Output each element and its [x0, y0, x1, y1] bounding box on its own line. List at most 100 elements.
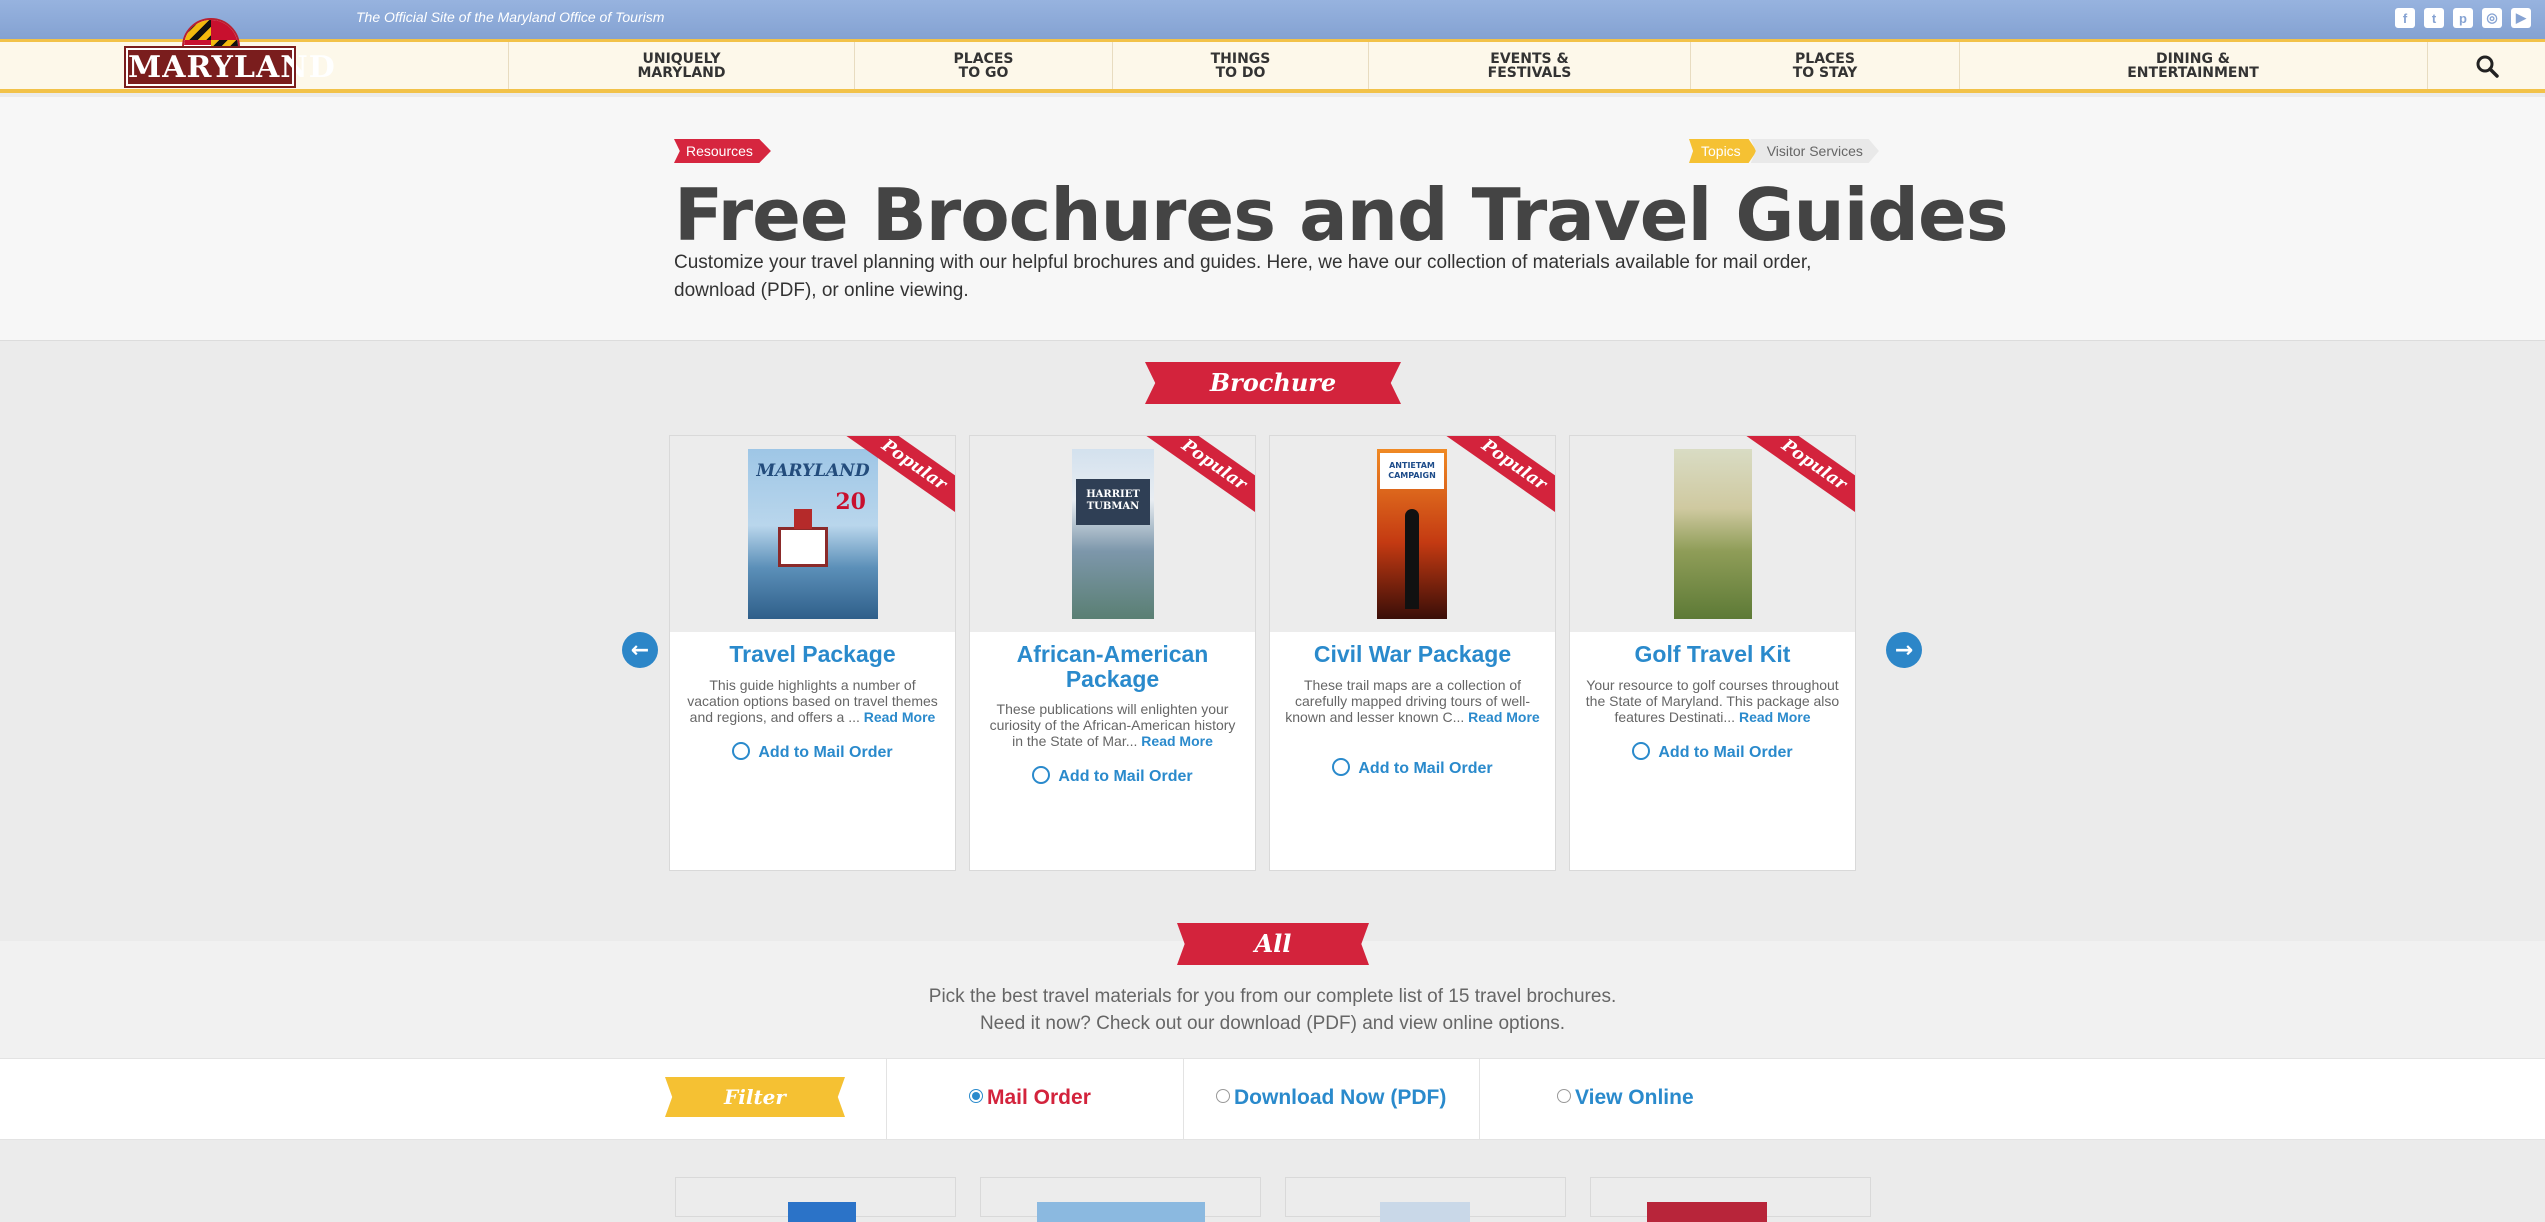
package-card-civil-war[interactable]: ANTIETAM CAMPAIGN Popular Civil War Pack… — [1269, 435, 1556, 871]
nav-places-to-go[interactable]: PLACES TO GO — [854, 42, 1112, 89]
nav-label-line2: TO STAY — [1792, 64, 1858, 81]
social-links: f t p ◎ ▶ — [2395, 8, 2531, 28]
add-to-mail-order-label: Add to Mail Order — [1358, 760, 1493, 777]
brochure-card[interactable] — [675, 1177, 956, 1222]
site-tagline: The Official Site of the Maryland Office… — [356, 9, 665, 25]
card-description: This guide highlights a number of vacati… — [684, 677, 941, 725]
intro-line-2: Need it now? Check out our download (PDF… — [979, 1013, 1566, 1034]
intro-line-1: Pick the best travel materials for you f… — [928, 986, 1617, 1007]
read-more-link[interactable]: Read More — [1141, 733, 1213, 749]
read-more-link[interactable]: Read More — [1468, 709, 1540, 725]
radio-selected-icon — [969, 1089, 983, 1103]
nav-label-line1: UNIQUELY — [642, 50, 721, 67]
add-to-mail-order-button[interactable]: Add to Mail Order — [1270, 758, 1555, 778]
card-description: These publications will enlighten your c… — [984, 701, 1241, 749]
read-more-link[interactable]: Read More — [864, 709, 936, 725]
youtube-icon[interactable]: ▶ — [2511, 8, 2531, 28]
nav-label-line1: DINING & — [2155, 50, 2231, 67]
lighthouse-roof — [794, 509, 812, 529]
divider — [1479, 1059, 1480, 1139]
add-to-mail-order-button[interactable]: Add to Mail Order — [1570, 742, 1855, 762]
carousel-next-button[interactable]: → — [1886, 632, 1922, 668]
main-nav: MARYLAND UNIQUELY MARYLAND PLACES TO GO TH… — [0, 18, 2545, 93]
filter-download-pdf[interactable]: Download Now (PDF) — [1216, 1086, 1446, 1110]
nav-label-line1: PLACES — [953, 50, 1014, 67]
radio-icon — [1216, 1089, 1230, 1103]
search-button[interactable] — [2427, 42, 2545, 89]
golf-guide-cover — [1674, 449, 1752, 619]
popular-badge: Popular — [1143, 436, 1255, 521]
nav-places-to-stay[interactable]: PLACES TO STAY — [1690, 42, 1959, 89]
pinterest-icon[interactable]: p — [2453, 8, 2473, 28]
top-bar: The Official Site of the Maryland Office… — [0, 0, 2545, 39]
card-title[interactable]: African-American Package — [980, 642, 1245, 692]
card-image-area: ANTIETAM CAMPAIGN Popular — [1270, 436, 1555, 632]
topic-visitor-services[interactable]: Visitor Services — [1750, 139, 1879, 163]
package-card-african-american[interactable]: HARRIET TUBMAN Popular African-American … — [969, 435, 1256, 871]
nav-label-line1: PLACES — [1795, 50, 1855, 67]
filter-brochures-label: Filter Brochures — [665, 1077, 845, 1117]
nav-dining-entertainment[interactable]: DINING & ENTERTAINMENT — [1959, 42, 2426, 89]
nav-events-festivals[interactable]: EVENTS & FESTIVALS — [1368, 42, 1690, 89]
brochure-card[interactable] — [1590, 1177, 1871, 1222]
twitter-icon[interactable]: t — [2424, 8, 2444, 28]
divider — [1183, 1059, 1184, 1139]
maryland-logo[interactable]: MARYLAND — [124, 18, 336, 90]
all-brochures-heading: All Brochures — [1177, 923, 1369, 965]
filter-option-label: Mail Order — [987, 1086, 1091, 1109]
package-card-travel[interactable]: MARYLAND 20 Popular Travel Package This … — [669, 435, 956, 871]
filter-mail-order[interactable]: Mail Order — [969, 1086, 1091, 1110]
brochure-grid — [0, 1140, 2545, 1222]
add-to-mail-order-label: Add to Mail Order — [1058, 768, 1193, 785]
card-title[interactable]: Golf Travel Kit — [1580, 642, 1845, 667]
search-icon — [2476, 55, 2499, 78]
brochure-card[interactable] — [1285, 1177, 1566, 1222]
facebook-icon[interactable]: f — [2395, 8, 2415, 28]
filter-option-label: View Online — [1575, 1086, 1694, 1109]
card-description: These trail maps are a collection of car… — [1284, 677, 1541, 725]
cover-title: MARYLAND — [756, 461, 870, 481]
card-image-area: Popular — [1570, 436, 1855, 632]
cover-title: HARRIET TUBMAN — [1076, 479, 1150, 525]
nav-label-line2: TO DO — [1215, 64, 1266, 81]
popular-badge: Popular — [1743, 436, 1855, 521]
brochure-card[interactable] — [980, 1177, 1261, 1222]
page-title: Free Brochures and Travel Guides — [674, 173, 2009, 257]
read-more-link[interactable]: Read More — [1739, 709, 1811, 725]
card-title[interactable]: Travel Package — [680, 642, 945, 667]
page-intro: Customize your travel planning with our … — [674, 252, 1812, 301]
nav-label-line2: MARYLAND — [637, 64, 726, 81]
arrow-right-icon: → — [1894, 637, 1914, 663]
nav-label-line1: EVENTS & — [1490, 50, 1569, 67]
nav-things-to-do[interactable]: THINGS TO DO — [1112, 42, 1368, 89]
travel-guide-cover: MARYLAND 20 — [748, 449, 878, 619]
arrow-left-icon: ← — [630, 637, 650, 663]
checkbox-circle-icon — [1332, 758, 1351, 776]
instagram-icon[interactable]: ◎ — [2482, 8, 2502, 28]
nav-label-line2: FESTIVALS — [1487, 64, 1572, 81]
checkbox-circle-icon — [1032, 766, 1051, 784]
all-brochures-intro: Pick the best travel materials for you f… — [0, 983, 2545, 1037]
logo-wordmark: MARYLAND — [124, 46, 336, 88]
cover-number: 20 — [835, 489, 866, 515]
carousel-prev-button[interactable]: ← — [622, 632, 658, 668]
checkbox-circle-icon — [1632, 742, 1651, 760]
card-image-area: MARYLAND 20 Popular — [670, 436, 955, 632]
nav-items: UNIQUELY MARYLAND PLACES TO GO THINGS TO DO… — [508, 42, 2426, 89]
checkbox-circle-icon — [732, 742, 751, 760]
add-to-mail-order-button[interactable]: Add to Mail Order — [970, 766, 1255, 786]
nav-uniquely-maryland[interactable]: UNIQUELY MARYLAND — [508, 42, 854, 89]
add-to-mail-order-button[interactable]: Add to Mail Order — [670, 742, 955, 762]
add-to-mail-order-label: Add to Mail Order — [758, 744, 893, 761]
filter-bar: Filter Brochures Mail Order Download Now… — [0, 1058, 2545, 1140]
lighthouse-image — [778, 527, 828, 567]
card-title[interactable]: Civil War Package — [1280, 642, 1545, 667]
nav-label-line1: THINGS — [1210, 50, 1271, 67]
nav-label-line2: TO GO — [958, 64, 1009, 81]
radio-icon — [1557, 1089, 1571, 1103]
package-card-golf[interactable]: Popular Golf Travel Kit Your resource to… — [1569, 435, 1856, 871]
cover-title: ANTIETAM CAMPAIGN — [1380, 453, 1444, 489]
brochure-packages-heading: Brochure Packages — [1145, 362, 1401, 404]
resources-tag[interactable]: Resources — [674, 139, 771, 163]
filter-view-online[interactable]: View Online — [1557, 1086, 1694, 1110]
